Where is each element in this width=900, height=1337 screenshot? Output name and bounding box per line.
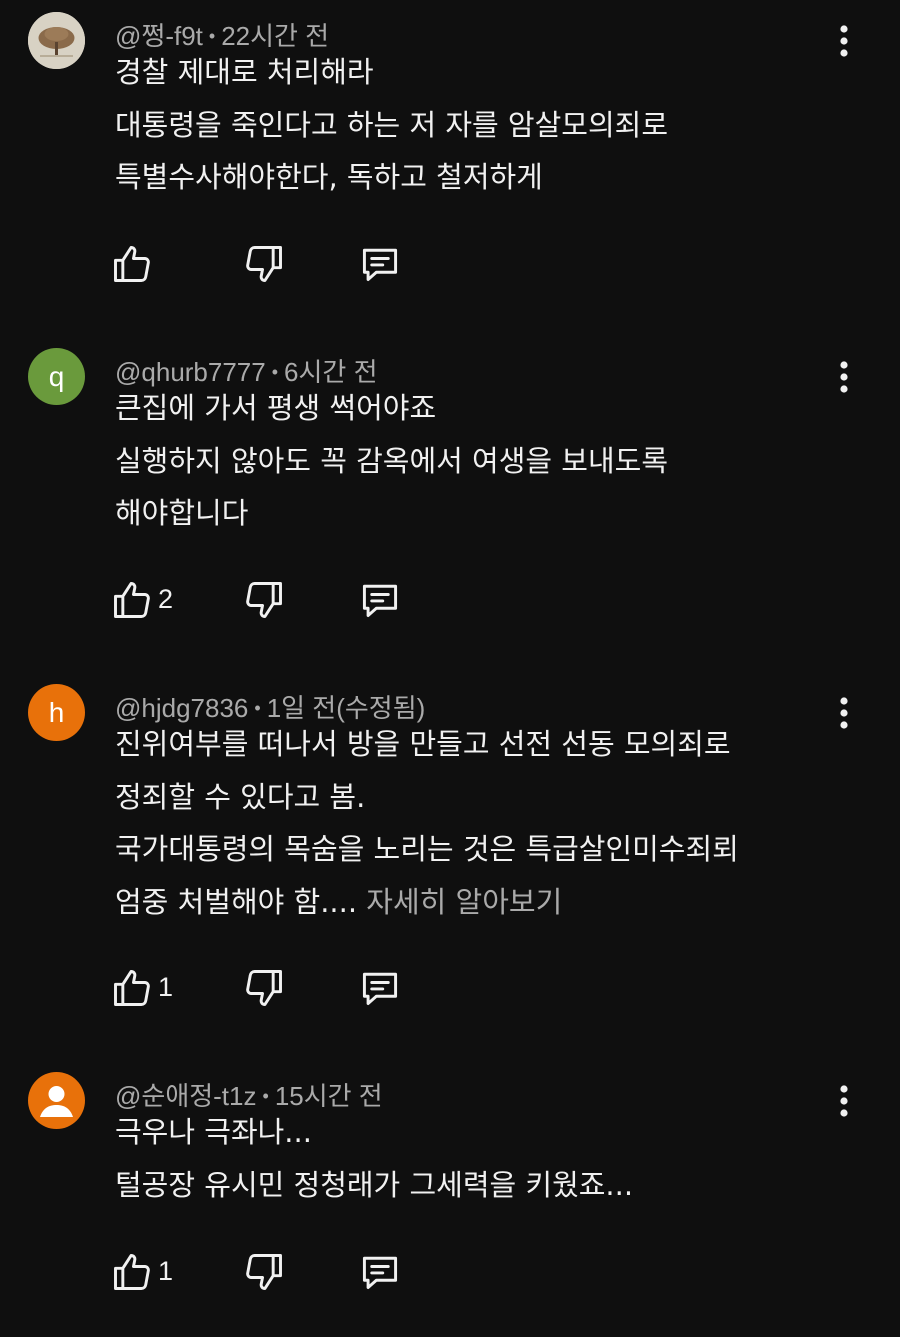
comment-actions (110, 242, 430, 290)
avatar[interactable] (28, 12, 85, 69)
thumbs-down-icon (246, 246, 282, 282)
person-icon (40, 1086, 73, 1117)
comment-line: 진위여부를 떠나서 방을 만들고 선전 선동 모의죄로 (115, 727, 731, 761)
comment-line: 특별수사해야한다, 독하고 철저하게 (115, 160, 543, 194)
comment-menu-button[interactable] (828, 1080, 860, 1122)
comment-text: 극우나 극좌나... 털공장 유시민 정청래가 그세력을 키웠죠... (115, 1106, 633, 1211)
tree-avatar-image (28, 12, 85, 69)
more-vert-icon (840, 1085, 848, 1117)
comment-actions: 1 (110, 966, 430, 1014)
reply-button[interactable] (358, 578, 402, 622)
comment-menu-button[interactable] (828, 356, 860, 398)
thumbs-down-icon (246, 582, 282, 618)
comment-line-text: 엄중 처벌해야 함.... (115, 884, 358, 919)
reply-button[interactable] (358, 966, 402, 1010)
like-count: 1 (158, 972, 174, 1002)
like-count: 1 (158, 1256, 174, 1286)
like-count: 2 (158, 584, 174, 614)
avatar[interactable] (28, 1072, 85, 1129)
thumbs-up-icon (114, 1254, 150, 1290)
comment-line: 정죄할 수 있다고 봄. (115, 779, 366, 814)
like-button[interactable] (110, 966, 154, 1010)
dislike-button[interactable] (242, 242, 286, 286)
dislike-button[interactable] (242, 578, 286, 622)
more-vert-icon (840, 25, 848, 57)
avatar-letter: q (48, 360, 65, 392)
comment-text: 큰집에 가서 평생 썩어야죠 실행하지 않아도 꼭 감옥에서 여생을 보내도록 … (115, 382, 668, 540)
reply-button[interactable] (358, 242, 402, 286)
dislike-button[interactable] (242, 966, 286, 1010)
reply-icon (362, 972, 398, 1006)
comment-menu-button[interactable] (828, 20, 860, 62)
comment-line: 해야합니다 (115, 496, 249, 530)
comment-menu-button[interactable] (828, 692, 860, 734)
comment-line: 극우나 극좌나... (115, 1115, 312, 1149)
dislike-button[interactable] (242, 1250, 286, 1294)
comment-line: 털공장 유시민 정청래가 그세력을 키웠죠... (115, 1167, 634, 1202)
reply-button[interactable] (358, 1250, 402, 1294)
comment-line: 실행하지 않아도 꼭 감옥에서 여생을 보내도록 (115, 443, 669, 478)
comment-line: 국가대통령의 목숨을 노리는 것은 특급살인미수죄뢰 (115, 832, 739, 866)
more-vert-icon (840, 697, 848, 729)
avatar[interactable]: q (28, 348, 85, 405)
thumbs-up-icon (114, 970, 150, 1006)
read-more-link[interactable]: 자세히 알아보기 (357, 885, 562, 919)
comment-line: 엄중 처벌해야 함.... 자세히 알아보기 (115, 876, 739, 929)
like-button[interactable] (110, 1250, 154, 1294)
reply-icon (362, 584, 398, 618)
comment-text: 진위여부를 떠나서 방을 만들고 선전 선동 모의죄로 정죄할 수 있다고 봄.… (115, 718, 739, 928)
comment-text: 경찰 제대로 처리해라 대통령을 죽인다고 하는 저 자를 암살모의죄로 특별수… (115, 46, 668, 204)
comment-line: 경찰 제대로 처리해라 (115, 55, 374, 89)
avatar-letter: h (48, 696, 65, 728)
comment-actions: 2 (110, 578, 430, 626)
thumbs-up-icon (114, 246, 150, 282)
separator-dot: • (208, 26, 216, 46)
comment-actions: 1 (110, 1250, 430, 1298)
reply-icon (362, 1256, 398, 1290)
avatar[interactable]: h (28, 684, 85, 741)
more-vert-icon (840, 361, 848, 393)
separator-dot: • (254, 698, 261, 718)
thumbs-down-icon (246, 970, 282, 1006)
separator-dot: • (271, 362, 279, 382)
comment-line: 큰집에 가서 평생 썩어야죠 (115, 391, 437, 425)
separator-dot: • (262, 1086, 269, 1106)
like-button[interactable] (110, 242, 154, 286)
reply-icon (362, 248, 398, 282)
thumbs-up-icon (114, 582, 150, 618)
comment-line: 대통령을 죽인다고 하는 저 자를 암살모의죄로 (115, 107, 669, 142)
thumbs-down-icon (246, 1254, 282, 1290)
like-button[interactable] (110, 578, 154, 622)
